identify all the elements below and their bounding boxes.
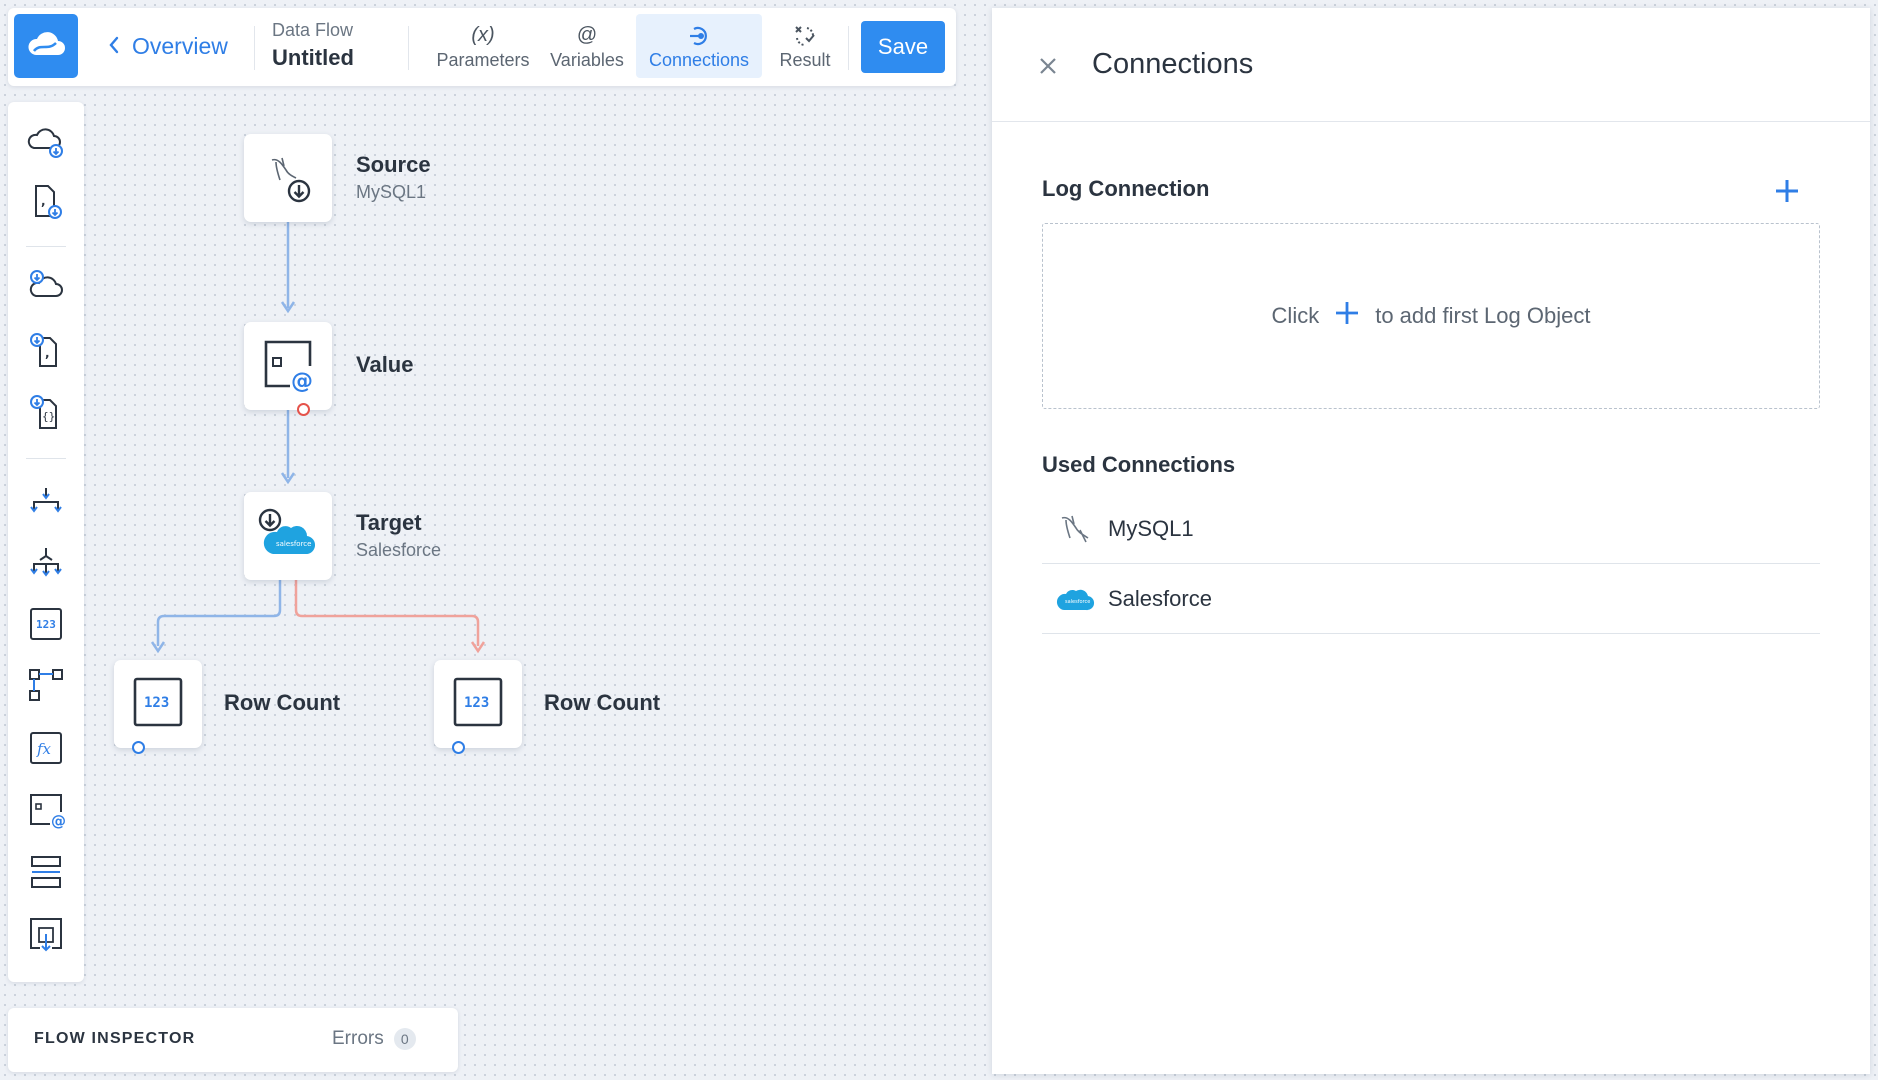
- document-info: Data Flow Untitled: [272, 20, 354, 71]
- buffer-icon[interactable]: [26, 852, 66, 892]
- parameters-icon: (x): [471, 24, 495, 46]
- panel-title: Connections: [1092, 48, 1254, 80]
- file-target-icon[interactable]: [26, 914, 66, 954]
- component-palette: , , {} 123 fx @: [8, 102, 84, 982]
- svg-text:123: 123: [36, 618, 56, 631]
- result-icon: [793, 22, 817, 50]
- row-count-icon[interactable]: 123: [26, 604, 66, 644]
- row-count-icon: 123: [131, 675, 185, 734]
- conditional-split-icon[interactable]: [26, 664, 66, 704]
- svg-text:{}: {}: [42, 410, 55, 423]
- svg-text:123: 123: [464, 695, 489, 711]
- connection-name: MySQL1: [1108, 515, 1194, 541]
- document-kind: Data Flow: [272, 20, 354, 40]
- cloud-logo-icon: [26, 29, 66, 64]
- divider: [408, 26, 409, 70]
- tab-label: Connections: [648, 49, 750, 70]
- mysql-source-icon: [258, 146, 318, 211]
- plus-icon: [1774, 178, 1800, 209]
- json-lookup-icon[interactable]: {}: [26, 392, 66, 432]
- node-source[interactable]: [244, 134, 332, 222]
- salesforce-icon: salesforce: [1056, 579, 1096, 619]
- errors-count-badge: 0: [393, 1028, 416, 1050]
- node-value-error-port[interactable]: [297, 403, 310, 416]
- mysql-icon: [1056, 509, 1096, 549]
- salesforce-mini-label: salesforce: [276, 540, 311, 548]
- tab-connections[interactable]: Connections: [636, 14, 762, 78]
- log-connection-heading: Log Connection: [1042, 176, 1210, 201]
- at-sign-icon: @: [576, 24, 598, 46]
- log-empty-prefix: Click: [1271, 303, 1320, 328]
- svg-text:@: @: [51, 812, 66, 830]
- back-label: Overview: [132, 32, 228, 59]
- document-name[interactable]: Untitled: [272, 45, 354, 71]
- row-count-icon: 123: [451, 675, 505, 734]
- chevron-left-icon: [108, 33, 120, 60]
- node-source-subtitle: MySQL1: [356, 182, 427, 202]
- palette-divider: [26, 246, 66, 247]
- node-target-subtitle: Salesforce: [356, 540, 442, 560]
- used-connections-heading: Used Connections: [1042, 452, 1236, 477]
- node-value-title: Value: [356, 352, 414, 377]
- flow-inspector[interactable]: FLOW INSPECTOR Errors 0: [8, 1008, 458, 1072]
- save-button[interactable]: Save: [861, 21, 945, 73]
- file-source-icon[interactable]: ,: [26, 182, 66, 222]
- node-row-count[interactable]: 123: [114, 660, 202, 748]
- merge-icon[interactable]: [26, 542, 66, 582]
- connection-row-salesforce[interactable]: salesforce Salesforce: [1042, 564, 1820, 634]
- node-row-count-port[interactable]: [452, 741, 465, 754]
- node-value[interactable]: @: [244, 322, 332, 410]
- tab-result[interactable]: Result: [770, 14, 840, 78]
- expression-icon[interactable]: fx: [26, 728, 66, 768]
- connection-name: Salesforce: [1108, 585, 1212, 611]
- errors-toggle[interactable]: Errors 0: [332, 1028, 416, 1050]
- value-icon[interactable]: @: [26, 790, 66, 830]
- tab-label: Parameters: [436, 49, 530, 70]
- log-empty-state: Click to add first Log Object: [1042, 223, 1820, 409]
- app-logo[interactable]: [14, 14, 78, 78]
- flow-inspector-title: FLOW INSPECTOR: [34, 1030, 196, 1047]
- salesforce-target-icon: salesforce: [257, 506, 319, 567]
- tab-label: Variables: [550, 49, 624, 70]
- flow-canvas[interactable]: Source MySQL1 @ Value salesforce Target …: [84, 86, 992, 1080]
- csv-lookup-icon[interactable]: ,: [26, 330, 66, 370]
- node-row-count-title: Row Count: [544, 690, 661, 715]
- add-log-object-button[interactable]: [1772, 178, 1802, 208]
- log-empty-suffix: to add first Log Object: [1375, 303, 1591, 328]
- plus-icon[interactable]: [1335, 301, 1359, 331]
- svg-text:123: 123: [144, 695, 169, 711]
- divider: [848, 26, 849, 70]
- node-row-count-title: Row Count: [224, 690, 341, 715]
- tab-variables[interactable]: @ Variables: [544, 14, 630, 78]
- node-target[interactable]: salesforce: [244, 492, 332, 580]
- salesforce-mini-label: salesforce: [1065, 599, 1090, 605]
- top-toolbar: Overview Data Flow Untitled (x) Paramete…: [8, 8, 956, 86]
- svg-text:,: ,: [41, 194, 46, 208]
- errors-label: Errors: [332, 1028, 384, 1049]
- connection-row-mysql[interactable]: MySQL1: [1042, 494, 1820, 564]
- node-row-count[interactable]: 123: [434, 660, 522, 748]
- connections-panel: Connections Log Connection Click to add …: [992, 8, 1870, 1074]
- split-icon[interactable]: [26, 480, 66, 520]
- panel-header: Connections: [992, 8, 1870, 122]
- value-icon: @: [260, 336, 316, 397]
- node-row-count-port[interactable]: [132, 741, 145, 754]
- svg-text:@: @: [291, 369, 313, 392]
- back-to-overview-link[interactable]: Overview: [108, 30, 228, 62]
- svg-text:,: ,: [45, 346, 50, 360]
- connections-icon: [688, 22, 710, 50]
- node-source-title: Source: [356, 152, 431, 177]
- tab-label: Result: [779, 49, 831, 70]
- svg-text:fx: fx: [36, 740, 52, 758]
- close-icon[interactable]: [1034, 52, 1062, 80]
- cloud-source-icon[interactable]: [26, 122, 66, 162]
- cloud-lookup-icon[interactable]: [26, 266, 66, 306]
- flow-connectors: [150, 222, 486, 654]
- palette-divider: [26, 458, 66, 459]
- tab-parameters[interactable]: (x) Parameters: [432, 14, 534, 78]
- node-target-title: Target: [356, 510, 422, 535]
- divider: [254, 26, 255, 70]
